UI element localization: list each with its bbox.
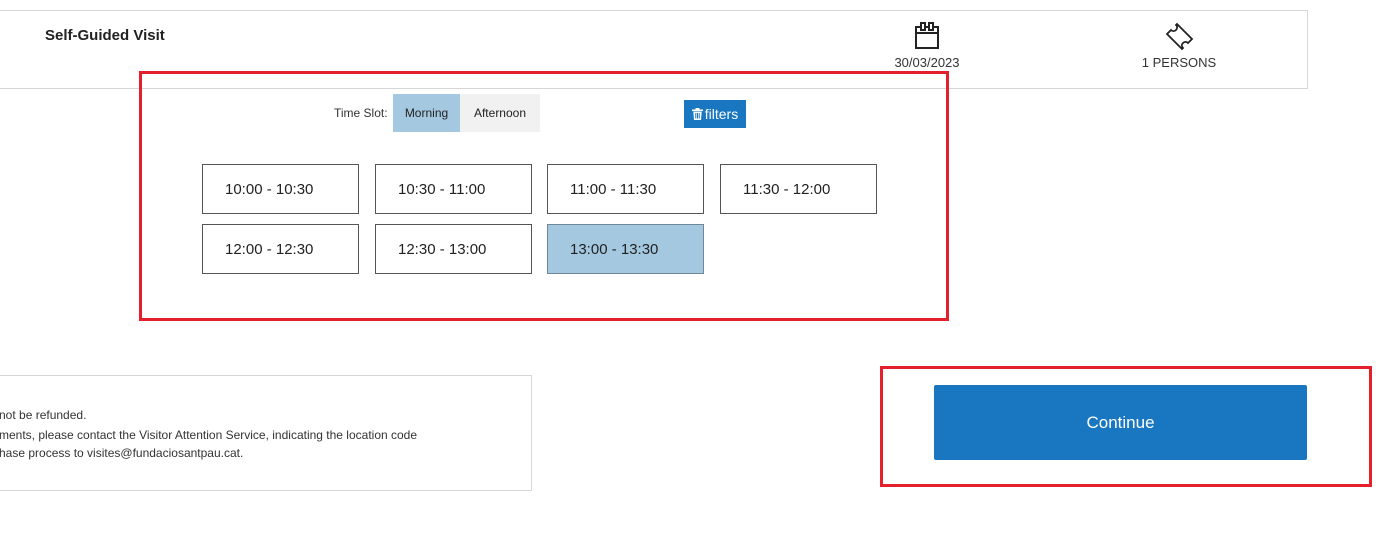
time-slot-option-selected[interactable]: 13:00 - 13:30 [547, 224, 704, 274]
time-slot-option[interactable]: 12:30 - 13:00 [375, 224, 532, 274]
visit-summary-bar: Self-Guided Visit 30/03/2023 1 PERSONS [0, 10, 1308, 89]
notice-line: hase process to visites@fundaciosantpau.… [0, 446, 244, 460]
refund-notice: not be refunded. ments, please contact t… [0, 375, 532, 491]
trash-icon [691, 108, 703, 120]
visit-persons-text: 1 PERSONS [1141, 55, 1217, 70]
time-slot-option[interactable]: 11:00 - 11:30 [547, 164, 704, 214]
visit-persons: 1 PERSONS [1119, 21, 1239, 70]
booking-page: Self-Guided Visit 30/03/2023 1 PERSONS T… [0, 0, 1387, 552]
notice-line: ments, please contact the Visitor Attent… [0, 428, 418, 442]
ticket-icon [1165, 22, 1194, 51]
visit-date-text: 30/03/2023 [894, 55, 960, 70]
filters-label: filters [704, 106, 739, 122]
filters-button[interactable]: filters [684, 100, 746, 128]
continue-button[interactable]: Continue [934, 385, 1307, 460]
time-slot-option[interactable]: 10:00 - 10:30 [202, 164, 359, 214]
time-slot-label: Time Slot: [334, 106, 388, 120]
visit-title: Self-Guided Visit [45, 27, 165, 44]
notice-line: not be refunded. [0, 408, 87, 422]
time-slot-option[interactable]: 12:00 - 12:30 [202, 224, 359, 274]
visit-date: 30/03/2023 [867, 21, 987, 70]
time-slot-option[interactable]: 10:30 - 11:00 [375, 164, 532, 214]
time-slot-option[interactable]: 11:30 - 12:00 [720, 164, 877, 214]
time-slot-morning-button[interactable]: Morning [393, 94, 460, 132]
time-slot-afternoon-button[interactable]: Afternoon [460, 94, 540, 132]
calendar-icon [915, 22, 939, 49]
